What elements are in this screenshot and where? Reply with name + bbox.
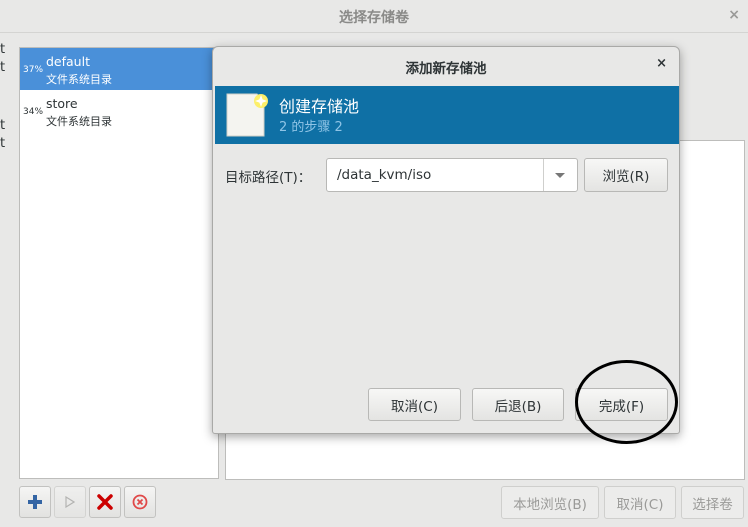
choose-volume-button[interactable]: 选择卷 [681,486,744,519]
chevron-down-icon[interactable] [555,173,565,178]
browse-button[interactable]: 浏览(R) [584,158,668,192]
pool-type: 文件系统目录 [46,115,112,128]
wizard-banner: 创建存储池 2 的步骤 2 [215,86,679,144]
wizard-step: 2 的步骤 2 [279,120,343,135]
pool-item-store[interactable]: 34% store 文件系统目录 [20,90,218,132]
window-title: 选择存储卷 [339,10,409,26]
clipped-text: t [0,136,6,151]
dialog-close-icon[interactable]: × [656,56,667,71]
clipped-text: t [0,118,6,133]
cancel-button[interactable]: 取消(C) [604,486,676,519]
plus-icon [28,495,42,509]
pool-usage: 34% [23,107,44,117]
annotation-circle [575,360,678,444]
window-titlebar: 选择存储卷 × [0,0,748,33]
pool-usage: 37% [23,65,44,75]
play-icon [65,496,75,508]
add-pool-button[interactable] [19,486,51,518]
browse-local-button[interactable]: 本地浏览(B) [501,486,599,519]
back-button[interactable]: 后退(B) [472,388,564,421]
combo-divider [543,159,544,191]
stop-pool-button[interactable] [124,486,156,518]
delete-x-icon [97,494,113,510]
delete-pool-button[interactable] [89,486,121,518]
dialog-cancel-button[interactable]: 取消(C) [368,388,461,421]
start-pool-button[interactable] [54,486,86,518]
stop-icon [132,494,148,510]
pool-item-default[interactable]: 37% default 文件系统目录 [20,48,218,90]
storage-pool-list[interactable]: 37% default 文件系统目录 34% store 文件系统目录 [19,47,219,479]
pool-name: default [46,54,90,69]
clipped-text: t [0,42,6,57]
wizard-title: 创建存储池 [279,97,360,116]
clipped-text: t [0,60,6,75]
window-close-icon[interactable]: × [728,7,740,23]
dialog-title: 添加新存储池 [405,61,487,77]
new-document-icon [226,93,268,137]
target-path-label: 目标路径(T)： [225,170,312,186]
pool-type: 文件系统目录 [46,73,112,86]
pool-name: store [46,96,78,111]
target-path-value[interactable]: /data_kvm/iso [337,167,431,183]
target-path-combo[interactable]: /data_kvm/iso [326,158,578,192]
